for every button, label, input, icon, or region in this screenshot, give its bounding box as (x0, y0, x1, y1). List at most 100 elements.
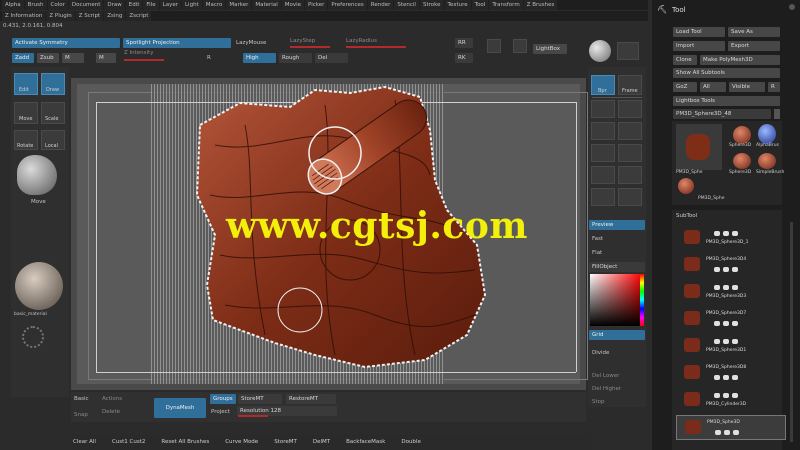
subtool-row[interactable]: PM3D_Cylinder3D (676, 388, 786, 413)
brush-icon[interactable] (513, 39, 527, 53)
menu-item-file[interactable]: File (143, 0, 159, 10)
del-lower-button[interactable]: Del Lower (592, 373, 619, 379)
subtool-visibility-toggle[interactable] (732, 339, 738, 344)
submenu-item-z-plugin[interactable]: Z Plugin (46, 11, 75, 21)
subtool-visibility-toggle[interactable] (715, 430, 721, 435)
subtool-visibility-toggle[interactable] (723, 393, 729, 398)
draw-button[interactable]: Draw (41, 73, 65, 95)
current-tool-r-icon[interactable] (774, 109, 780, 119)
menu-item-movie[interactable]: Movie (281, 0, 305, 10)
menu-item-stencil[interactable]: Stencil (394, 0, 419, 10)
subtool-row[interactable]: PM3D_Sphere3D_1 (676, 226, 786, 251)
subtool-row[interactable]: PM3D_Sphere3D4 (676, 253, 786, 278)
r-button[interactable]: R (768, 82, 780, 92)
storemt-button[interactable]: StoreMT (238, 394, 282, 404)
fillobject-button[interactable]: FillObject (589, 262, 645, 272)
menu-item-draw[interactable]: Draw (104, 0, 125, 10)
subtool-visibility-toggle[interactable] (732, 393, 738, 398)
subtool-visibility-toggle[interactable] (714, 285, 720, 290)
tool-thumb-sphere-2[interactable] (733, 153, 751, 169)
subtool-visibility-toggle[interactable] (724, 430, 730, 435)
menu-item-z-brushes[interactable]: Z Brushes (523, 0, 558, 10)
local-button[interactable]: Local (41, 130, 65, 150)
delete-tab[interactable]: Delete (102, 409, 120, 415)
subtool-visibility-toggle[interactable] (723, 321, 729, 326)
delete-button[interactable]: Del (315, 53, 348, 63)
m-button[interactable]: M (96, 53, 116, 63)
subtool-visibility-toggle[interactable] (714, 321, 720, 326)
subtool-visibility-toggle[interactable] (723, 339, 729, 344)
footer-backfacemask[interactable]: BackfaceMask (346, 439, 385, 445)
rr-button[interactable]: RR (455, 38, 473, 48)
make-polymesh-button[interactable]: Make PolyMesh3D (700, 55, 780, 65)
subtool-visibility-toggle[interactable] (714, 339, 720, 344)
pin-icon[interactable]: ⛏ (657, 5, 667, 14)
activate-symmetry-button[interactable]: Activate Symmetry (12, 38, 120, 48)
load-tool-button[interactable]: Load Tool (673, 27, 725, 37)
menu-item-brush[interactable]: Brush (24, 0, 47, 10)
grid-button[interactable]: Grid (589, 330, 645, 340)
edit-button[interactable]: Edit (14, 73, 38, 95)
subtool-row[interactable]: PM3D_Sphere3D7 (676, 307, 786, 332)
preview-button[interactable]: Preview (589, 220, 645, 230)
subtool-visibility-toggle[interactable] (723, 375, 729, 380)
subtool-visibility-toggle[interactable] (733, 430, 739, 435)
clone-button[interactable]: Clone (673, 55, 697, 65)
subtool-visibility-toggle[interactable] (723, 267, 729, 272)
dynamesh-button[interactable]: DynaMesh (154, 398, 206, 418)
goz-button[interactable]: GoZ (673, 82, 697, 92)
subtool-visibility-toggle[interactable] (732, 375, 738, 380)
frame-icon[interactable] (487, 39, 501, 53)
menu-item-light[interactable]: Light (181, 0, 202, 10)
rough-button[interactable]: Rough (279, 53, 312, 63)
show-all-subtools-button[interactable]: Show All Subtools (673, 68, 780, 78)
move-button[interactable]: Move (14, 102, 38, 124)
zcut-button[interactable]: M (62, 53, 84, 63)
lightbox-button[interactable]: LightBox (533, 44, 567, 54)
menu-item-marker[interactable]: Marker (226, 0, 252, 10)
local-view-button[interactable] (618, 144, 642, 162)
rotate-view-button[interactable] (591, 122, 615, 140)
current-tool-slider[interactable]: PM3D_Sphere3D_48 (673, 109, 771, 119)
footer-cust1-cust2[interactable]: Cust1 Cust2 (112, 439, 145, 445)
footer-reset-all-brushes[interactable]: Reset All Brushes (161, 439, 209, 445)
subtool-visibility-toggle[interactable] (732, 285, 738, 290)
texture-grid-icon[interactable] (617, 42, 639, 60)
tool-thumb-alphabrush[interactable] (758, 124, 776, 144)
menu-item-color[interactable]: Color (47, 0, 68, 10)
panel-collapse-icon[interactable] (789, 4, 795, 10)
groups-button[interactable]: Groups (210, 394, 236, 404)
menu-item-texture[interactable]: Texture (444, 0, 471, 10)
spotlight-projection-button[interactable]: Spotlight Projection (123, 38, 231, 48)
subtool-visibility-toggle[interactable] (714, 231, 720, 236)
menu-item-preferences[interactable]: Preferences (328, 0, 367, 10)
snap-tab[interactable]: Snap (74, 412, 88, 418)
stroke-dots-icon[interactable] (22, 326, 44, 348)
subtool-row[interactable]: PM3D_Sphere3D8 (676, 361, 786, 386)
basic-tab[interactable]: Basic (74, 396, 89, 402)
submenu-item-zscript[interactable]: Zscript (126, 11, 152, 21)
menu-item-render[interactable]: Render (367, 0, 394, 10)
visible-button[interactable]: Visible (729, 82, 765, 92)
hue-slider[interactable] (640, 274, 644, 326)
del-higher-button[interactable]: Del Higher (592, 386, 621, 392)
subtool-row[interactable]: PM3D_Sphere3D3 (676, 280, 786, 305)
menu-item-macro[interactable]: Macro (202, 0, 226, 10)
r-label[interactable]: R (207, 55, 211, 61)
save-as-button[interactable]: Save As (728, 27, 780, 37)
lazystep-slider[interactable]: LazyStep (290, 38, 315, 44)
menu-item-stroke[interactable]: Stroke (419, 0, 444, 10)
transp-button[interactable] (591, 188, 615, 206)
lsym-button[interactable] (591, 166, 615, 184)
lazymouse-button[interactable]: LazyMouse (236, 40, 266, 46)
lightbox-tools-button[interactable]: Lightbox Tools (673, 96, 780, 106)
actions-tab[interactable]: Actions (102, 396, 122, 402)
footer-storemt[interactable]: StoreMT (274, 439, 297, 445)
footer-curve-mode[interactable]: Curve Mode (225, 439, 258, 445)
subtool-visibility-toggle[interactable] (732, 267, 738, 272)
tool-thumb-sphere[interactable] (733, 126, 751, 144)
tool-thumb-main[interactable] (676, 124, 722, 170)
menu-item-tool[interactable]: Tool (471, 0, 489, 10)
move-view-button[interactable] (591, 100, 615, 118)
menu-item-transform[interactable]: Transform (489, 0, 523, 10)
